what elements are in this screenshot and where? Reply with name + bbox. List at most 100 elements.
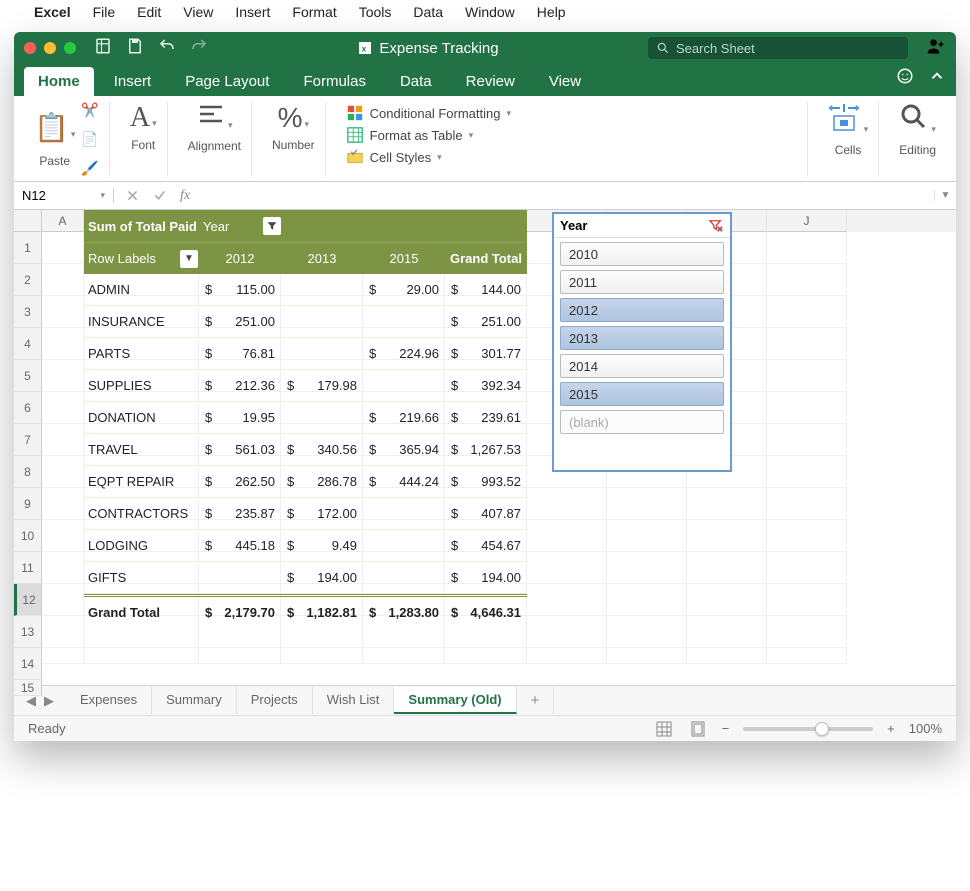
undo-icon[interactable] [158,37,176,60]
zoom-in-button[interactable]: + [887,721,895,736]
tab-insert[interactable]: Insert [100,67,166,96]
tab-review[interactable]: Review [452,67,529,96]
pivot-column-filter-icon[interactable] [263,217,281,235]
row-header-6[interactable]: 6 [14,392,42,424]
tab-view[interactable]: View [535,67,595,96]
slicer-item-2011[interactable]: 2011 [560,270,724,294]
new-workbook-icon[interactable] [94,37,112,60]
row-header-13[interactable]: 13 [14,616,42,648]
conditional-formatting-button[interactable]: Conditional Formatting▾ [346,104,797,122]
sheet-tab-projects[interactable]: Projects [237,687,313,714]
row-header-8[interactable]: 8 [14,456,42,488]
tab-home[interactable]: Home [24,67,94,96]
menu-view[interactable]: View [183,4,213,20]
row-header-5[interactable]: 5 [14,360,42,392]
slicer-item-2010[interactable]: 2010 [560,242,724,266]
pivot-row[interactable]: EQPT REPAIR$262.50$286.78$444.24$993.52 [84,466,527,498]
menu-file[interactable]: File [93,4,116,20]
menu-help[interactable]: Help [537,4,566,20]
menu-tools[interactable]: Tools [359,4,392,20]
grid[interactable]: ABCDEFGHIJ Sum of Total Paid Year Row La… [42,210,956,685]
row-header-11[interactable]: 11 [14,552,42,584]
pivot-row[interactable]: GIFTS$194.00$194.00 [84,562,527,594]
row-header-12[interactable]: 12 [14,584,42,616]
clear-filter-icon[interactable] [708,219,724,233]
ribbon-group-number: %▾ Number [262,102,326,177]
search-sheet-input[interactable]: Search Sheet [648,37,908,59]
pivot-row[interactable]: INSURANCE$251.00$251.00 [84,306,527,338]
year-slicer[interactable]: Year 201020112012201320142015(blank) [552,212,732,472]
row-header-9[interactable]: 9 [14,488,42,520]
cut-icon[interactable]: ✂️ [81,102,98,119]
sheet-tab-expenses[interactable]: Expenses [66,687,152,714]
cell-styles-button[interactable]: Cell Styles▾ [346,148,797,166]
row-header-15[interactable]: 15 [14,680,42,696]
pivot-row[interactable]: SUPPLIES$212.36$179.98$392.34 [84,370,527,402]
format-as-table-button[interactable]: Format as Table▾ [346,126,797,144]
accept-formula-icon[interactable] [153,189,166,202]
pivot-row[interactable]: LODGING$445.18$9.49$454.67 [84,530,527,562]
row-header-3[interactable]: 3 [14,296,42,328]
zoom-window-button[interactable] [64,42,76,54]
col-header-J[interactable]: J [767,210,847,232]
name-box[interactable]: N12▾ [14,188,114,203]
minimize-window-button[interactable] [44,42,56,54]
col-header-A[interactable]: A [42,210,84,232]
font-button[interactable]: A▾ [130,102,157,134]
close-window-button[interactable] [24,42,36,54]
next-sheet-icon[interactable]: ▶ [44,693,54,709]
menu-edit[interactable]: Edit [137,4,161,20]
paste-button[interactable]: 📋▾ [34,111,75,144]
zoom-slider[interactable] [743,727,873,731]
tab-formulas[interactable]: Formulas [289,67,380,96]
row-header-1[interactable]: 1 [14,232,42,264]
tab-page-layout[interactable]: Page Layout [171,67,283,96]
slicer-item-2013[interactable]: 2013 [560,326,724,350]
number-format-button[interactable]: %▾ [278,102,309,134]
copy-icon[interactable]: 📄 [81,131,98,148]
expand-formula-bar-icon[interactable]: ▼ [934,190,956,201]
collapse-ribbon-icon[interactable] [928,67,946,90]
pivot-row[interactable]: DONATION$19.95$219.66$239.61 [84,402,527,434]
pivot-row[interactable]: CONTRACTORS$235.87$172.00$407.87 [84,498,527,530]
slicer-item-2012[interactable]: 2012 [560,298,724,322]
editing-button[interactable]: ▾ [899,102,936,139]
sheet-tab-summary-old-[interactable]: Summary (Old) [394,687,516,714]
pivot-row[interactable]: TRAVEL$561.03$340.56$365.94$1,267.53 [84,434,527,466]
alignment-button[interactable]: ▾ [196,102,233,135]
page-layout-view-icon[interactable] [688,719,708,739]
menu-format[interactable]: Format [292,4,336,20]
zoom-level[interactable]: 100% [909,721,942,736]
row-header-14[interactable]: 14 [14,648,42,680]
slicer-item-blank[interactable]: (blank) [560,410,724,434]
pivot-row[interactable]: PARTS$76.81$224.96$301.77 [84,338,527,370]
row-header-10[interactable]: 10 [14,520,42,552]
redo-icon[interactable] [190,37,208,60]
slicer-item-2015[interactable]: 2015 [560,382,724,406]
menu-insert[interactable]: Insert [235,4,270,20]
cells-button[interactable]: ▾ [828,102,869,139]
pivot-row-filter-icon[interactable]: ▼ [180,250,198,268]
slicer-item-2014[interactable]: 2014 [560,354,724,378]
sheet-tab-wish-list[interactable]: Wish List [313,687,395,714]
row-header-4[interactable]: 4 [14,328,42,360]
add-sheet-button[interactable]: + [517,687,555,714]
pivot-row[interactable]: ADMIN$115.00$29.00$144.00 [84,274,527,306]
normal-view-icon[interactable] [654,719,674,739]
pivot-grand-total-row[interactable]: Grand Total$2,179.70$1,182.81$1,283.80$4… [84,594,527,628]
menu-data[interactable]: Data [413,4,443,20]
sheet-tab-summary[interactable]: Summary [152,687,237,714]
tab-data[interactable]: Data [386,67,446,96]
save-icon[interactable] [126,37,144,60]
app-menu[interactable]: Excel [34,4,71,20]
share-button[interactable] [926,36,946,61]
format-painter-icon[interactable]: 🖌️ [81,160,98,177]
row-header-7[interactable]: 7 [14,424,42,456]
menu-window[interactable]: Window [465,4,515,20]
select-all-corner[interactable] [14,210,42,232]
zoom-out-button[interactable]: − [722,721,730,736]
fx-icon[interactable]: fx [180,188,190,204]
smiley-feedback-icon[interactable] [896,67,914,90]
row-header-2[interactable]: 2 [14,264,42,296]
cancel-formula-icon[interactable] [126,189,139,202]
